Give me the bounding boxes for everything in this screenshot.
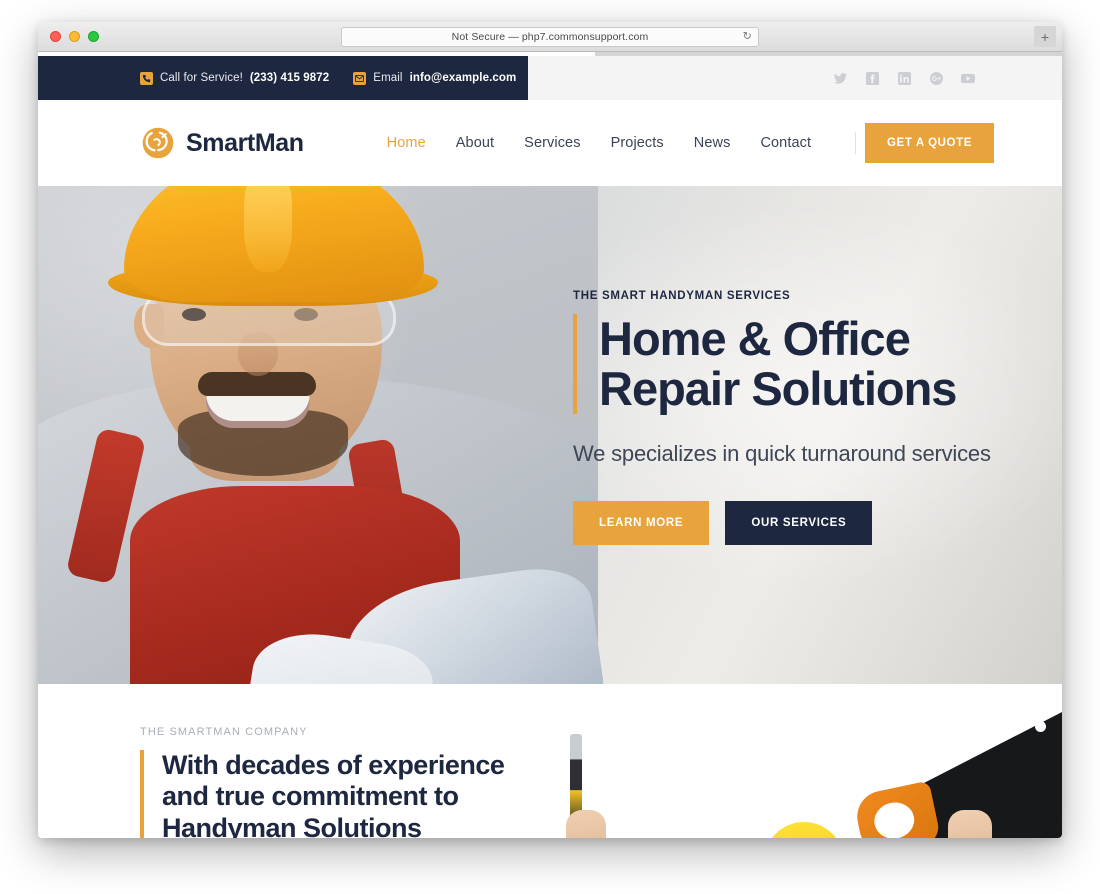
hand-holding-saw — [948, 810, 992, 838]
minimize-window-button[interactable] — [69, 31, 80, 42]
hero-title-line-2: Repair Solutions — [599, 361, 957, 415]
site-topbar: Call for Service! (233) 415 9872 Email i… — [38, 56, 1062, 100]
hard-hat-icon — [760, 822, 848, 838]
email-contact[interactable]: Email info@example.com — [353, 71, 517, 85]
twitter-icon[interactable] — [833, 71, 847, 85]
nav-item-projects[interactable]: Projects — [611, 135, 664, 151]
our-services-button[interactable]: OUR SERVICES — [725, 500, 873, 545]
brand-name: SmartMan — [186, 128, 304, 157]
browser-window: Not Secure — php7.commonsupport.com ↻ + … — [38, 22, 1062, 838]
nav-item-services[interactable]: Services — [524, 135, 580, 151]
phone-contact[interactable]: Call for Service! (233) 415 9872 — [140, 71, 330, 85]
get-a-quote-button[interactable]: GET A QUOTE — [865, 123, 994, 163]
reload-icon[interactable]: ↻ — [743, 31, 752, 43]
about-kicker: THE SMARTMAN COMPANY — [140, 726, 308, 738]
learn-more-button[interactable]: LEARN MORE — [573, 500, 710, 545]
new-tab-button[interactable]: + — [1034, 26, 1056, 47]
nav-item-home[interactable]: Home — [387, 135, 426, 151]
handsaw-handle — [852, 780, 942, 838]
nav-item-contact[interactable]: Contact — [760, 135, 811, 151]
linkedin-icon[interactable] — [897, 71, 911, 85]
phone-icon — [140, 71, 153, 85]
about-tools-photo — [522, 704, 1062, 838]
youtube-icon[interactable] — [961, 71, 975, 85]
page-viewport: Call for Service! (233) 415 9872 Email i… — [38, 56, 1062, 838]
maximize-window-button[interactable] — [88, 31, 99, 42]
hand-holding-screwdriver — [566, 810, 606, 838]
close-window-button[interactable] — [50, 31, 61, 42]
phone-number: (233) 415 9872 — [249, 72, 330, 84]
svg-text:G+: G+ — [931, 76, 940, 83]
googleplus-icon[interactable]: G+ — [929, 71, 943, 85]
handsaw-hole — [1035, 721, 1046, 732]
site-logo[interactable]: SmartMan — [140, 125, 304, 161]
hero-section: THE SMART HANDYMAN SERVICES Home & Offic… — [38, 186, 1062, 684]
about-text-block: THE SMARTMAN COMPANY With decades of exp… — [140, 726, 560, 838]
window-controls[interactable] — [38, 31, 99, 42]
hero-button-group: LEARN MORE OUR SERVICES — [573, 500, 1023, 545]
about-section: THE SMARTMAN COMPANY With decades of exp… — [38, 684, 1062, 838]
about-title-line-1: With decades of experience — [162, 750, 505, 780]
desktop-background: Not Secure — php7.commonsupport.com ↻ + … — [0, 0, 1100, 894]
about-title-block: With decades of experience and true comm… — [140, 750, 560, 838]
site-header: SmartMan Home About Services Projects Ne… — [38, 100, 1062, 186]
address-bar[interactable]: Not Secure — php7.commonsupport.com ↻ — [341, 27, 759, 47]
email-label: Email — [373, 72, 403, 84]
main-navigation[interactable]: Home About Services Projects News Contac… — [387, 132, 912, 154]
hero-title-block: Home & Office Repair Solutions — [573, 314, 1023, 414]
nav-item-about[interactable]: About — [456, 135, 494, 151]
hero-content: THE SMART HANDYMAN SERVICES Home & Offic… — [573, 290, 1023, 545]
nav-item-news[interactable]: News — [694, 135, 731, 151]
nav-divider — [855, 132, 857, 154]
phone-label: Call for Service! — [160, 72, 243, 84]
hero-kicker: THE SMART HANDYMAN SERVICES — [573, 290, 791, 302]
browser-titlebar: Not Secure — php7.commonsupport.com ↻ + — [38, 22, 1062, 52]
contact-strip: Call for Service! (233) 415 9872 Email i… — [38, 56, 528, 100]
hero-title-line-1: Home & Office — [599, 312, 911, 365]
social-links[interactable]: G+ — [833, 56, 975, 100]
envelope-icon — [353, 71, 367, 85]
address-bar-text: Not Secure — php7.commonsupport.com — [451, 31, 649, 43]
hero-worker-photo — [38, 186, 608, 684]
wrench-emblem-icon — [140, 125, 176, 161]
email-address: info@example.com — [409, 72, 517, 84]
about-title-line-2: and true commitment to — [162, 781, 459, 812]
facebook-icon[interactable] — [865, 71, 879, 85]
about-title-line-3: Handyman Solutions — [162, 812, 422, 838]
hero-subtitle: We specializes in quick turnaround servi… — [573, 440, 991, 466]
